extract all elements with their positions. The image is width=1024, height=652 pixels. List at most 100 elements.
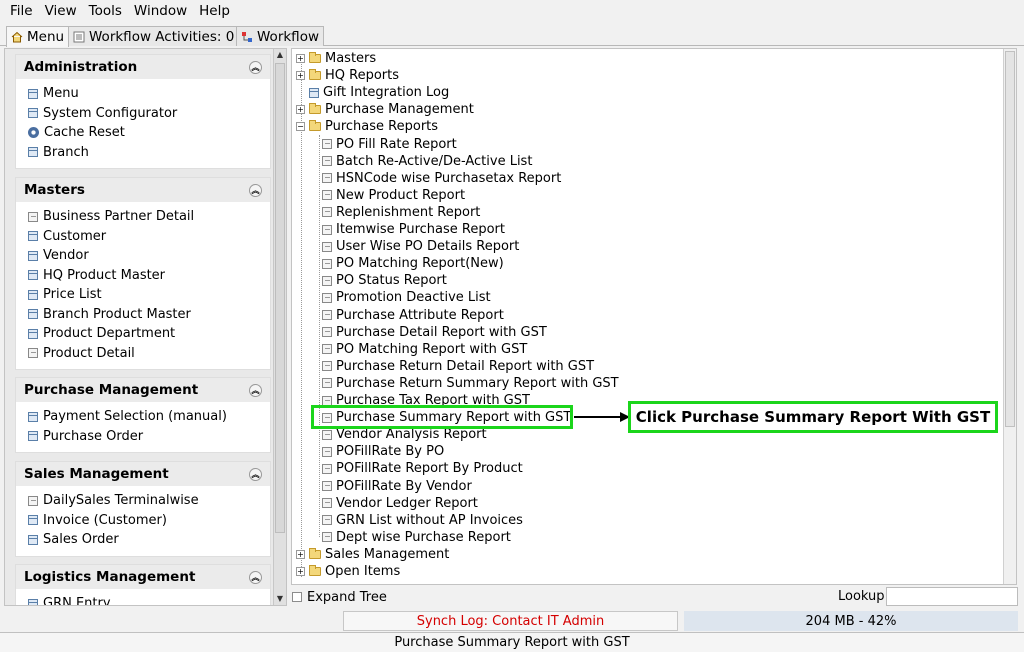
- tree-node-po-status-report[interactable]: PO Status Report: [322, 272, 447, 289]
- collapse-icon[interactable]: ︽: [249, 467, 262, 481]
- tree-node-purchase-return-detail-report-with-gst[interactable]: Purchase Return Detail Report with GST: [322, 358, 594, 375]
- tree-node-dept-wise-purchase-report[interactable]: Dept wise Purchase Report: [322, 529, 511, 546]
- group-header[interactable]: Masters ︽: [16, 178, 270, 202]
- collapse-icon[interactable]: ︽: [249, 570, 262, 584]
- tree-node-label: Masters: [325, 51, 377, 66]
- tree-node-po-matching-report-with-gst[interactable]: PO Matching Report with GST: [322, 341, 527, 358]
- menu-help[interactable]: Help: [193, 3, 236, 19]
- menu-item-label: HQ Product Master: [43, 267, 166, 283]
- menu-item-product-detail[interactable]: Product Detail: [16, 344, 270, 364]
- tree-node-gift-integration-log[interactable]: Gift Integration Log: [296, 84, 449, 101]
- menu-item-dailysales-terminalwise[interactable]: DailySales Terminalwise: [16, 491, 270, 511]
- scroll-up-icon[interactable]: ▲: [274, 49, 286, 61]
- tree-node-replenishment-report[interactable]: Replenishment Report: [322, 204, 480, 221]
- group-header[interactable]: Sales Management ︽: [16, 462, 270, 486]
- menu-item-price-list[interactable]: Price List: [16, 285, 270, 305]
- tree-node-user-wise-po-details-report[interactable]: User Wise PO Details Report: [322, 238, 519, 255]
- collapse-icon[interactable]: ︽: [249, 183, 262, 197]
- tree-node-purchase-management[interactable]: + Purchase Management: [296, 101, 474, 118]
- window-icon: [28, 270, 38, 281]
- synch-log-button[interactable]: Synch Log: Contact IT Admin: [343, 611, 678, 631]
- tree-node-label: Vendor Analysis Report: [336, 427, 487, 443]
- tree-node-itemwise-purchase-report[interactable]: Itemwise Purchase Report: [322, 221, 505, 238]
- menu-tools[interactable]: Tools: [83, 3, 128, 19]
- window-icon: [28, 431, 38, 442]
- tree-scrollbar[interactable]: [1003, 49, 1016, 584]
- expand-icon[interactable]: +: [296, 105, 305, 115]
- menu-item-label: System Configurator: [43, 105, 178, 121]
- checkbox-icon[interactable]: [292, 592, 302, 602]
- tab-menu[interactable]: Menu: [6, 26, 70, 47]
- tree-node-pofillrate-by-po[interactable]: POFillRate By PO: [322, 443, 444, 460]
- window-icon: [28, 328, 38, 339]
- tree-node-vendor-ledger-report[interactable]: Vendor Ledger Report: [322, 495, 478, 512]
- menu-file[interactable]: File: [4, 3, 39, 19]
- scroll-down-icon[interactable]: ▼: [274, 593, 286, 605]
- menu-item-vendor[interactable]: Vendor: [16, 246, 270, 266]
- folder-icon: [309, 565, 321, 576]
- scroll-thumb[interactable]: [1005, 51, 1015, 427]
- tree-node-open-items[interactable]: + Open Items: [296, 563, 400, 580]
- scroll-thumb[interactable]: [275, 63, 285, 533]
- menu-item-grn-entry[interactable]: GRN Entry: [16, 594, 270, 605]
- folder-icon: [309, 52, 321, 63]
- report-icon: [322, 532, 332, 543]
- tree-node-promotion-deactive-list[interactable]: Promotion Deactive List: [322, 289, 491, 306]
- tree-node-purchase-return-summary-report-with-gst[interactable]: Purchase Return Summary Report with GST: [322, 375, 619, 392]
- menu-item-label: Branch: [43, 144, 89, 160]
- tree-node-masters[interactable]: + Masters: [296, 50, 376, 67]
- menu-item-customer[interactable]: Customer: [16, 227, 270, 247]
- tree-node-label: HSNCode wise Purchasetax Report: [336, 170, 562, 186]
- report-icon: [322, 515, 332, 526]
- menu-view[interactable]: View: [39, 3, 83, 19]
- tree-node-po-fill-rate-report[interactable]: PO Fill Rate Report: [322, 136, 457, 153]
- expand-icon[interactable]: +: [296, 549, 305, 559]
- menu-scrollbar[interactable]: ▲ ▼: [273, 49, 286, 605]
- collapse-icon[interactable]: ︽: [249, 383, 262, 397]
- window-icon: [28, 534, 38, 545]
- group-header[interactable]: Logistics Management ︽: [16, 565, 270, 589]
- report-icon: [322, 173, 332, 184]
- expand-icon[interactable]: +: [296, 567, 305, 576]
- tab-workflow-activities[interactable]: Workflow Activities: 0: [68, 26, 240, 46]
- menu-item-business-partner-detail[interactable]: Business Partner Detail: [16, 207, 270, 227]
- group-header[interactable]: Purchase Management ︽: [16, 378, 270, 402]
- tree-node-purchase-detail-report-with-gst[interactable]: Purchase Detail Report with GST: [322, 324, 547, 341]
- tree-node-sales-management[interactable]: + Sales Management: [296, 546, 449, 563]
- menu-item-label: Branch Product Master: [43, 306, 191, 322]
- collapse-icon[interactable]: ︽: [249, 60, 262, 74]
- tab-workflow[interactable]: Workflow: [236, 26, 324, 46]
- lookup-label: Lookup: [838, 589, 885, 604]
- tree-node-label: Purchase Reports: [325, 119, 439, 135]
- expand-icon[interactable]: +: [296, 54, 305, 63]
- tree-node-hsncode-wise-purchasetax-report[interactable]: HSNCode wise Purchasetax Report: [322, 170, 561, 187]
- collapse-icon[interactable]: −: [296, 122, 305, 132]
- tree-node-batch-re-active-de-active-list[interactable]: Batch Re-Active/De-Active List: [322, 153, 532, 170]
- memory-indicator[interactable]: 204 MB - 42%: [684, 611, 1018, 631]
- menu-item-sales-order[interactable]: Sales Order: [16, 530, 270, 550]
- menu-item-payment-selection[interactable]: Payment Selection (manual): [16, 407, 270, 427]
- menu-item-product-department[interactable]: Product Department: [16, 324, 270, 344]
- expand-tree-checkbox[interactable]: Expand Tree: [292, 589, 387, 605]
- menu-item-branch[interactable]: Branch: [16, 143, 270, 163]
- expand-icon[interactable]: +: [296, 71, 305, 81]
- tree-node-pofillrate-report-by-product[interactable]: POFillRate Report By Product: [322, 460, 523, 477]
- menu-item-system-configurator[interactable]: System Configurator: [16, 104, 270, 124]
- menu-item-branch-product-master[interactable]: Branch Product Master: [16, 305, 270, 325]
- lookup-input[interactable]: [886, 587, 1018, 606]
- menu-item-menu[interactable]: Menu: [16, 84, 270, 104]
- tree-node-pofillrate-by-vendor[interactable]: POFillRate By Vendor: [322, 478, 472, 495]
- menu-window[interactable]: Window: [128, 3, 193, 19]
- menu-item-invoice-customer[interactable]: Invoice (Customer): [16, 511, 270, 531]
- tree-node-purchase-attribute-report[interactable]: Purchase Attribute Report: [322, 307, 504, 324]
- tree-guide-line: [319, 135, 320, 537]
- menu-item-purchase-order[interactable]: Purchase Order: [16, 427, 270, 447]
- tree-node-grn-list-without-ap-invoices[interactable]: GRN List without AP Invoices: [322, 512, 523, 529]
- tree-node-purchase-reports[interactable]: − Purchase Reports: [296, 118, 438, 135]
- group-header[interactable]: Administration ︽: [16, 55, 270, 79]
- tree-node-hq-reports[interactable]: + HQ Reports: [296, 67, 399, 84]
- menu-item-cache-reset[interactable]: Cache Reset: [16, 123, 270, 143]
- tree-node-new-product-report[interactable]: New Product Report: [322, 187, 465, 204]
- tree-node-po-matching-report-new[interactable]: PO Matching Report(New): [322, 255, 504, 272]
- menu-item-hq-product-master[interactable]: HQ Product Master: [16, 266, 270, 286]
